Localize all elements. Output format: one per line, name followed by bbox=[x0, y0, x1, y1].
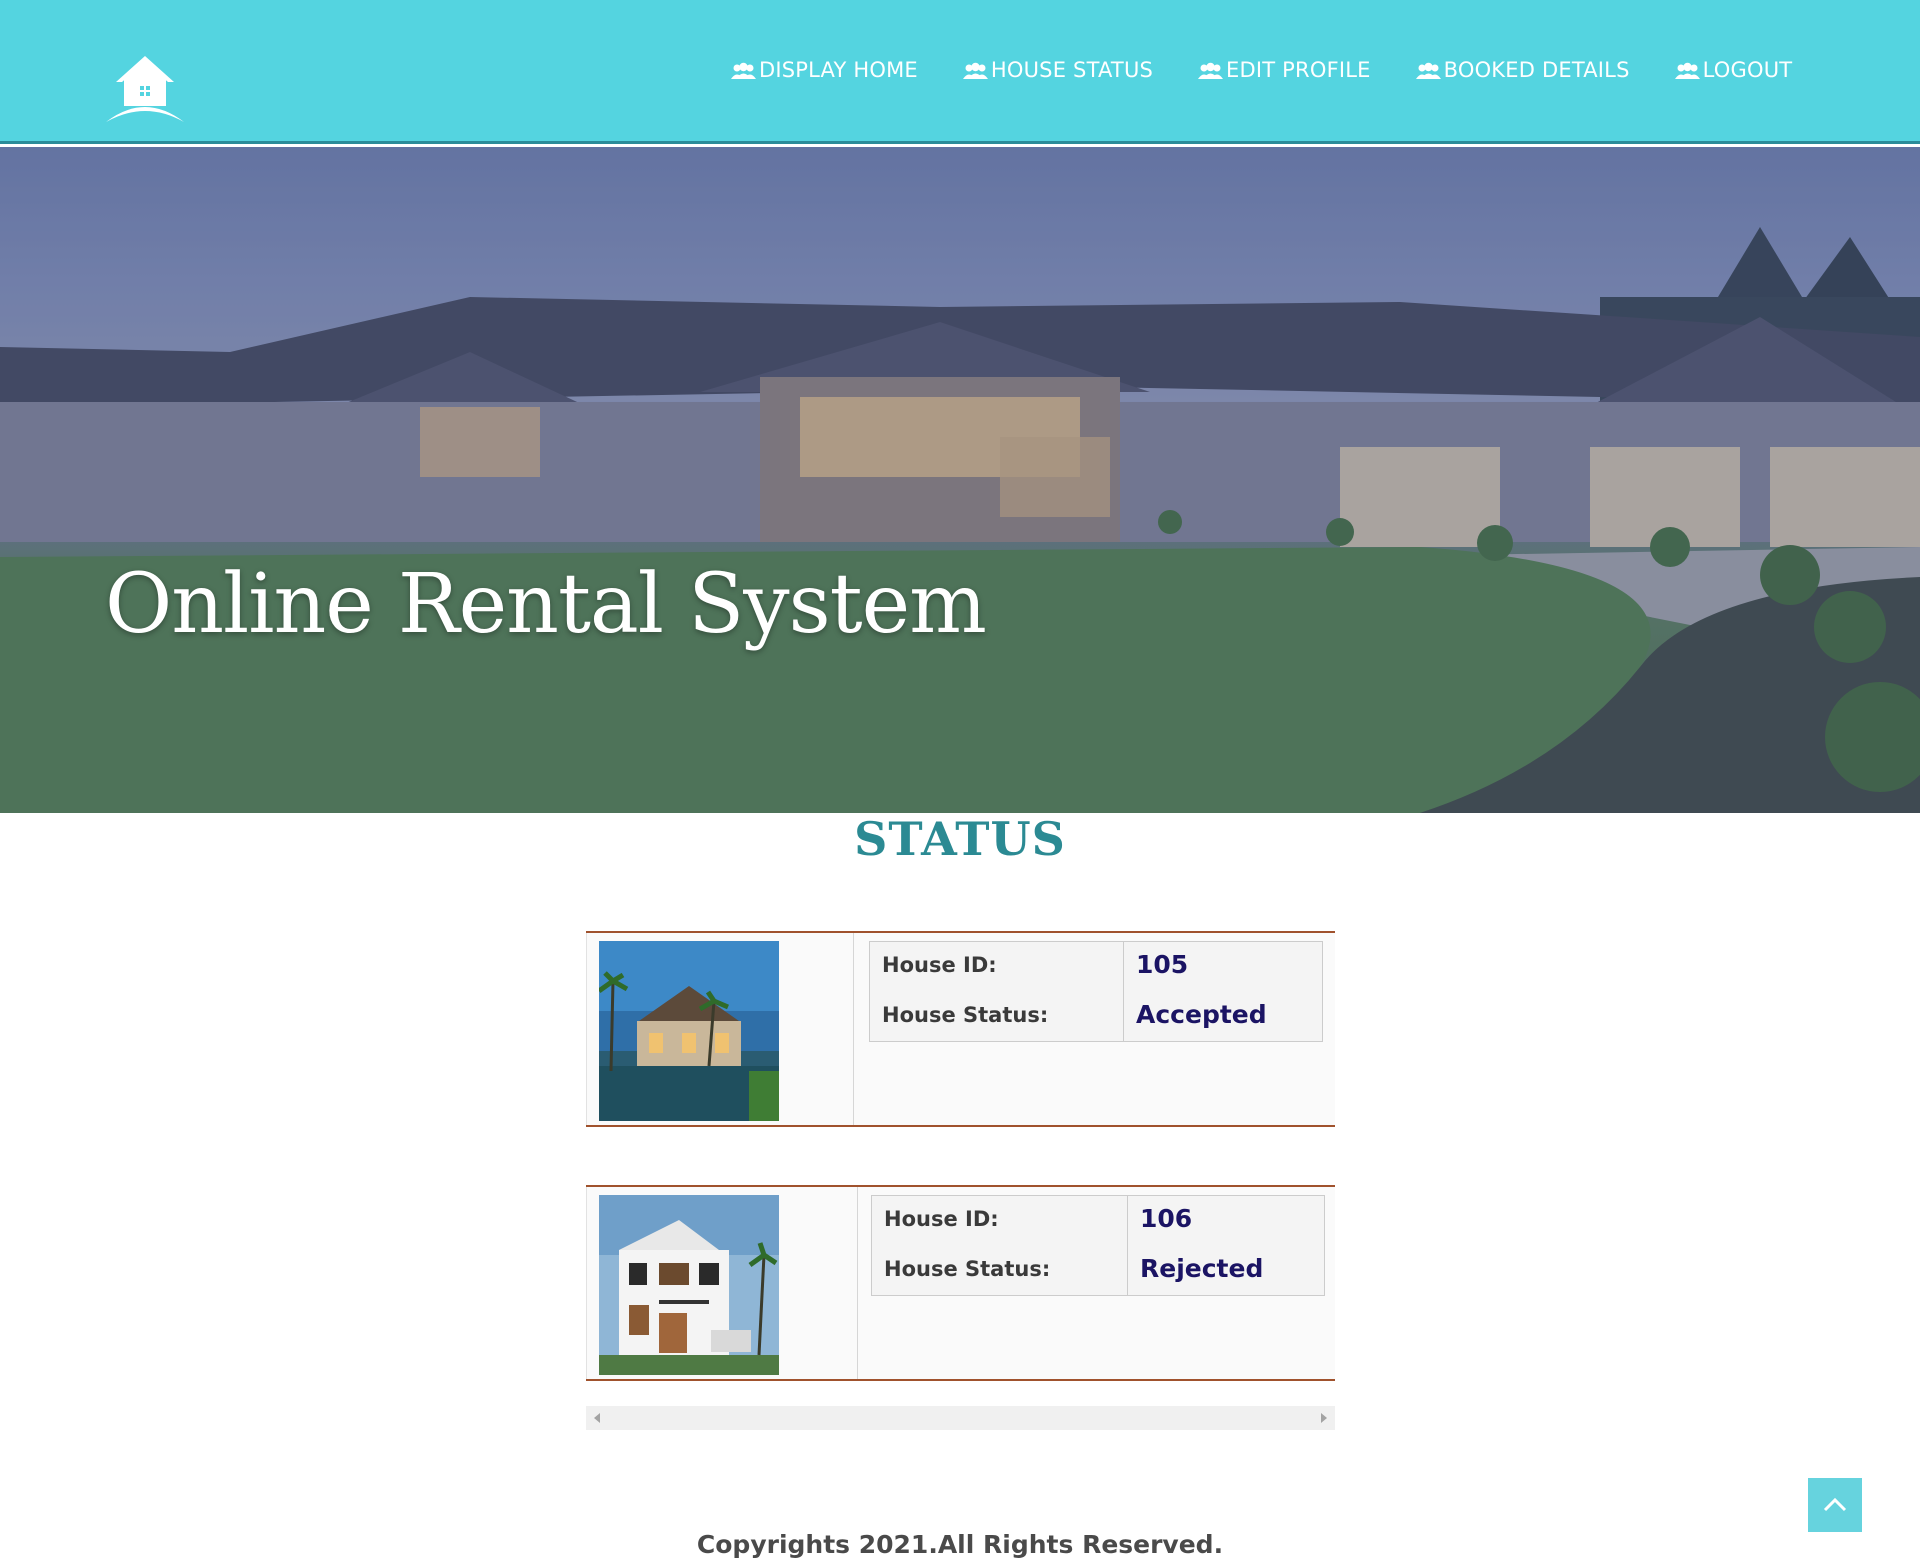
status-heading: STATUS bbox=[854, 812, 1066, 866]
nav-label: BOOKED DETAILS bbox=[1443, 58, 1630, 82]
house-status-label: House Status: bbox=[882, 1003, 1049, 1027]
house-info-table: House ID: 105 House Status: Accepted bbox=[869, 941, 1323, 1042]
scroll-right-icon[interactable] bbox=[1321, 1413, 1327, 1423]
users-icon bbox=[730, 61, 757, 79]
nav-label: DISPLAY HOME bbox=[759, 58, 918, 82]
back-to-top-button[interactable] bbox=[1808, 1478, 1862, 1532]
hero-banner: Online Rental System bbox=[0, 147, 1920, 813]
nav-label: LOGOUT bbox=[1702, 58, 1793, 82]
table-row: House ID: 105 bbox=[870, 942, 1322, 992]
nav-display-home[interactable]: DISPLAY HOME bbox=[730, 58, 918, 82]
house-image-cell bbox=[586, 933, 854, 1125]
house-id-value: 105 bbox=[1136, 950, 1189, 979]
users-icon bbox=[962, 61, 989, 79]
nav-logout[interactable]: LOGOUT bbox=[1674, 58, 1793, 82]
house-status-label: House Status: bbox=[884, 1257, 1051, 1281]
house-id-label: House ID: bbox=[882, 953, 997, 977]
house-thumbnail[interactable] bbox=[599, 941, 779, 1121]
chevron-up-icon bbox=[1823, 1497, 1847, 1512]
house-status-value: Accepted bbox=[1136, 1000, 1267, 1029]
house-status-card: House ID: 106 House Status: Rejected bbox=[586, 1185, 1335, 1381]
users-icon bbox=[1674, 61, 1701, 79]
house-status-card: House ID: 105 House Status: Accepted bbox=[586, 931, 1335, 1127]
house-info-table: House ID: 106 House Status: Rejected bbox=[871, 1195, 1325, 1296]
nav-booked-details[interactable]: BOOKED DETAILS bbox=[1415, 58, 1630, 82]
users-icon bbox=[1197, 61, 1224, 79]
table-row: House Status: Rejected bbox=[872, 1246, 1324, 1296]
nav-label: HOUSE STATUS bbox=[990, 58, 1154, 82]
nav-edit-profile[interactable]: EDIT PROFILE bbox=[1197, 58, 1371, 82]
hero-house-image bbox=[0, 147, 1920, 813]
house-image-cell bbox=[586, 1187, 858, 1379]
hero-title: Online Rental System bbox=[105, 557, 987, 652]
table-row: House Status: Accepted bbox=[870, 992, 1322, 1042]
main-nav: DISPLAY HOME HOUSE STATUS EDIT PROFILE B… bbox=[730, 58, 1792, 82]
nav-house-status[interactable]: HOUSE STATUS bbox=[962, 58, 1153, 82]
house-status-value: Rejected bbox=[1140, 1254, 1264, 1283]
house-logo-icon[interactable] bbox=[104, 56, 186, 122]
house-thumbnail[interactable] bbox=[599, 1195, 779, 1375]
house-id-label: House ID: bbox=[884, 1207, 999, 1231]
footer-copyright: Copyrights 2021.All Rights Reserved. bbox=[696, 1530, 1224, 1559]
scroll-left-icon[interactable] bbox=[594, 1413, 600, 1423]
table-row: House ID: 106 bbox=[872, 1196, 1324, 1246]
horizontal-scrollbar[interactable] bbox=[586, 1406, 1335, 1430]
users-icon bbox=[1415, 61, 1442, 79]
house-id-value: 106 bbox=[1140, 1204, 1193, 1233]
nav-label: EDIT PROFILE bbox=[1226, 58, 1371, 82]
top-navbar: DISPLAY HOME HOUSE STATUS EDIT PROFILE B… bbox=[0, 0, 1920, 144]
